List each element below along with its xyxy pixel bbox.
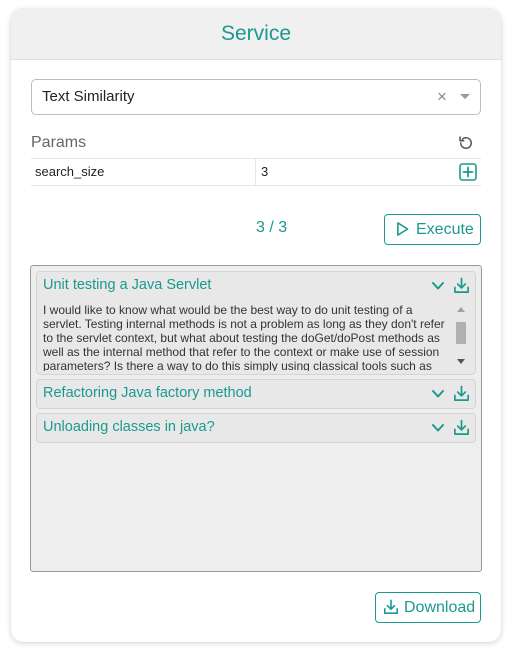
download-button-label: Download: [404, 599, 476, 616]
chevron-down-icon[interactable]: [431, 280, 445, 292]
download-icon[interactable]: [453, 419, 470, 436]
add-param-icon[interactable]: [459, 163, 477, 181]
result-title[interactable]: Unit testing a Java Servlet: [43, 277, 211, 293]
chevron-down-icon[interactable]: [431, 388, 445, 400]
service-card: Service Text Similarity × Params search_…: [11, 9, 501, 642]
result-item[interactable]: Refactoring Java factory method: [36, 379, 476, 409]
scroll-up-arrow-icon[interactable]: [457, 307, 465, 312]
param-row: search_size 3: [31, 158, 481, 186]
param-name: search_size: [35, 164, 105, 179]
scrollbar-thumb[interactable]: [456, 322, 466, 344]
chevron-down-icon[interactable]: [431, 422, 445, 434]
execute-button[interactable]: Execute: [384, 214, 481, 245]
page-title: Service: [220, 22, 292, 45]
card-header: Service: [11, 9, 501, 60]
clear-icon[interactable]: ×: [437, 80, 447, 114]
results-panel: Unit testing a Java Servlet I would like…: [30, 265, 482, 572]
scroll-down-arrow-icon[interactable]: [457, 359, 465, 364]
play-icon: [397, 222, 409, 236]
download-icon[interactable]: [453, 385, 470, 402]
execute-button-label: Execute: [416, 221, 474, 238]
download-icon[interactable]: [453, 277, 470, 294]
result-counter: 3 / 3: [256, 219, 288, 236]
download-icon: [383, 599, 399, 615]
result-body-text: I would like to know what would be the b…: [43, 303, 445, 371]
reset-icon[interactable]: [457, 134, 475, 152]
download-button[interactable]: Download: [375, 592, 481, 623]
result-item[interactable]: Unloading classes in java?: [36, 413, 476, 443]
chevron-down-icon[interactable]: [460, 94, 470, 99]
result-title[interactable]: Refactoring Java factory method: [43, 385, 252, 401]
params-label: Params: [31, 134, 87, 151]
result-item[interactable]: Unit testing a Java Servlet I would like…: [36, 271, 476, 375]
result-scrollbar[interactable]: [453, 301, 469, 371]
service-select[interactable]: Text Similarity ×: [31, 79, 481, 115]
result-title[interactable]: Unloading classes in java?: [43, 419, 215, 435]
param-divider: [255, 159, 256, 185]
param-value-input[interactable]: 3: [261, 159, 268, 185]
service-select-value: Text Similarity: [42, 88, 135, 105]
